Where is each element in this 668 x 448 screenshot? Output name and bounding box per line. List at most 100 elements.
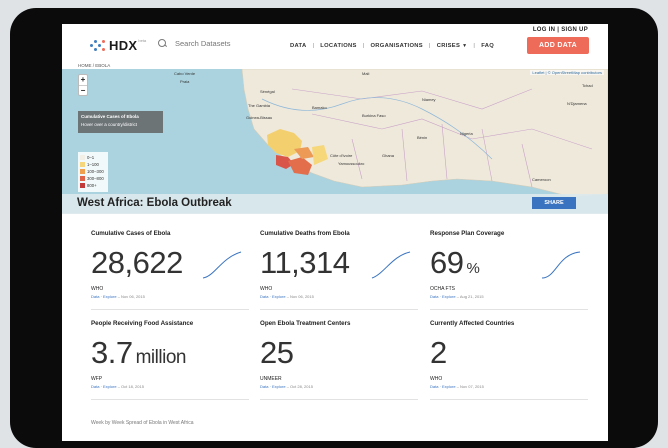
stat-date: Nov 07, 2015 — [460, 384, 484, 389]
card-divider — [260, 399, 418, 400]
legend-item: 1–100 — [80, 161, 106, 168]
stat-number: 11,314 — [260, 245, 350, 280]
nav-data[interactable]: DATA — [290, 43, 306, 49]
stat-card: People Receiving Food Assistance 3.7 mill… — [91, 320, 249, 408]
place-label: Yamoussoukro — [338, 161, 365, 166]
search-box[interactable] — [158, 39, 245, 48]
stat-title: Cumulative Cases of Ebola — [91, 230, 171, 237]
breadcrumb[interactable]: HOME / EBOLA — [78, 63, 110, 68]
nav-organisations[interactable]: ORGANISATIONS — [370, 43, 422, 49]
data-explore-links[interactable]: Data · Explore — [260, 294, 286, 299]
stat-links[interactable]: Data · Explore – Nov 06, 2015 — [260, 294, 314, 299]
ebola-map[interactable]: Leaflet | © OpenStreetMap contributors +… — [62, 69, 608, 213]
legend-swatch — [80, 155, 85, 160]
nav-separator: | — [428, 43, 431, 49]
search-icon[interactable] — [158, 39, 167, 48]
land-shape — [241, 69, 608, 198]
sparkline-chart[interactable] — [201, 250, 243, 280]
login-signup-links[interactable]: LOG IN | SIGN UP — [533, 27, 588, 33]
legend-item: 800+ — [80, 182, 106, 189]
search-input[interactable] — [175, 39, 245, 48]
zoom-out-button[interactable]: − — [79, 85, 87, 95]
legend-swatch — [80, 162, 85, 167]
sparkline-chart[interactable] — [370, 250, 412, 280]
stat-value: 2 — [430, 335, 450, 371]
data-explore-links[interactable]: Data · Explore — [260, 384, 286, 389]
stat-links[interactable]: Data · Explore – Aug 21, 2015 — [430, 294, 484, 299]
stat-value: 69% — [430, 245, 480, 281]
data-explore-links[interactable]: Data · Explore — [430, 384, 456, 389]
legend-swatch — [80, 183, 85, 188]
stat-value: 11,314 — [260, 245, 353, 281]
stat-card: Cumulative Deaths from Ebola 11,314 WHO … — [260, 230, 418, 318]
stat-value: 3.7 million — [91, 335, 186, 371]
legend-label: 800+ — [87, 183, 97, 188]
map-legend: 0–1 1–100 100–300 300–800 800+ — [78, 152, 108, 192]
card-divider — [260, 309, 418, 310]
place-label: Sénégal — [260, 89, 275, 94]
logo-text: HDX — [109, 38, 138, 53]
stat-date: Nov 06, 2015 — [290, 294, 314, 299]
stat-links[interactable]: Data · Explore – Oct 18, 2015 — [91, 384, 144, 389]
info-subtitle: Hover over a country/district — [81, 122, 138, 127]
stat-unit: million — [135, 347, 187, 368]
stat-title: Cumulative Deaths from Ebola — [260, 230, 350, 237]
stat-number: 28,622 — [91, 245, 183, 280]
place-label: Ghana — [382, 153, 395, 158]
nav-faq[interactable]: FAQ — [481, 43, 494, 49]
hdx-logo[interactable]: HDX beta — [90, 38, 146, 53]
stat-date: Aug 21, 2015 — [459, 294, 484, 299]
card-divider — [430, 309, 588, 310]
stat-source: UNMEER — [260, 376, 282, 382]
legend-item: 300–800 — [80, 175, 106, 182]
nav-separator: | — [312, 43, 315, 49]
legend-swatch — [80, 176, 85, 181]
place-label: Bénin — [417, 135, 428, 140]
place-label: N'Djamena — [567, 101, 587, 106]
map-basemap — [241, 69, 608, 198]
nav-crises[interactable]: CRISES ▼ — [437, 43, 468, 49]
data-explore-links[interactable]: Data · Explore — [430, 294, 456, 299]
section-heading: Week by Week Spread of Ebola in West Afr… — [91, 420, 194, 426]
stat-unit: % — [466, 260, 480, 277]
browser-screen: LOG IN | SIGN UP HDX beta DATA | LOCATIO… — [62, 24, 608, 441]
data-explore-links[interactable]: Data · Explore — [91, 384, 117, 389]
legend-label: 300–800 — [87, 176, 104, 181]
stat-source: WFP — [91, 376, 103, 382]
nav-separator: | — [473, 43, 476, 49]
stat-card: Response Plan Coverage 69% OCHA FTS Data… — [430, 230, 588, 318]
stat-date: Oct 18, 2015 — [121, 384, 144, 389]
map-attribution[interactable]: Leaflet | © OpenStreetMap contributors — [530, 70, 604, 75]
data-explore-links[interactable]: Data · Explore — [91, 294, 117, 299]
nav-separator: | — [362, 43, 365, 49]
legend-item: 0–1 — [80, 154, 106, 161]
hdx-dots-icon — [90, 39, 106, 52]
place-label: Cameroon — [532, 177, 551, 182]
legend-swatch — [80, 169, 85, 174]
add-data-button[interactable]: ADD DATA — [527, 37, 589, 54]
info-title: Cumulative Cases of Ebola — [81, 114, 139, 119]
card-divider — [91, 309, 249, 310]
site-header: LOG IN | SIGN UP HDX beta DATA | LOCATIO… — [62, 24, 608, 64]
stat-card: Cumulative Cases of Ebola 28,622 WHO Dat… — [91, 230, 249, 318]
stat-title: Currently Affected Countries — [430, 320, 515, 327]
place-label: Côte d'Ivoire — [330, 153, 353, 158]
place-label: The Gambia — [248, 103, 271, 108]
nav-locations[interactable]: LOCATIONS — [320, 43, 356, 49]
zoom-control: + − — [78, 74, 88, 96]
caret-down-icon: ▼ — [462, 43, 468, 49]
place-label: Burkina Faso — [362, 113, 386, 118]
stat-value: 25 — [260, 335, 296, 371]
sparkline-chart[interactable] — [540, 250, 582, 280]
zoom-in-button[interactable]: + — [79, 75, 87, 85]
page-title: West Africa: Ebola Outbreak — [77, 197, 232, 209]
stat-links[interactable]: Data · Explore – Oct 28, 2015 — [260, 384, 313, 389]
stat-links[interactable]: Data · Explore – Nov 06, 2015 — [91, 294, 145, 299]
stat-source: WHO — [430, 376, 443, 382]
stat-card: Currently Affected Countries 2 WHO Data … — [430, 320, 588, 408]
map-title-bar: West Africa: Ebola Outbreak SHARE — [62, 194, 608, 214]
stat-number: 69 — [430, 245, 464, 280]
share-button[interactable]: SHARE — [532, 197, 576, 209]
stat-links[interactable]: Data · Explore – Nov 07, 2015 — [430, 384, 484, 389]
stat-title: Response Plan Coverage — [430, 230, 505, 237]
